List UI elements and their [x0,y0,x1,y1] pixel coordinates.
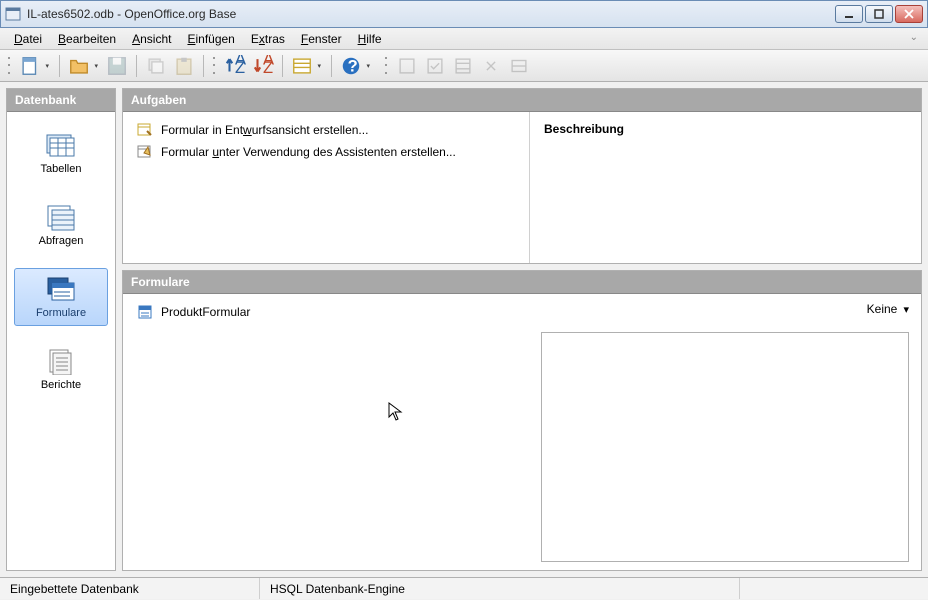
task-label: Formular in Entwurfsansicht erstellen... [161,123,368,137]
status-bar: Eingebettete Datenbank HSQL Datenbank-En… [0,577,928,599]
form-design-icon [137,122,153,138]
menu-overflow-icon[interactable]: ⌄ [910,32,918,43]
nav-list: Tabellen Abfragen Formulare Berichte [7,112,115,570]
app-icon [5,6,21,22]
form-icon [137,304,153,320]
forms-preview-panel: Keine ▾ [529,294,921,570]
task-create-design-view[interactable]: Formular in Entwurfsansicht erstellen... [137,122,515,138]
copy-button[interactable] [144,54,168,78]
forms-icon [44,275,78,303]
toolbar-separator [59,55,60,77]
tool-button-3[interactable] [451,54,475,78]
svg-text:Z: Z [263,58,273,76]
sidebar-header: Datenbank [7,89,115,112]
content-area: Aufgaben Formular in Entwurfsansicht ers… [122,88,922,571]
tasks-section: Aufgaben Formular in Entwurfsansicht ers… [122,88,922,264]
save-button[interactable] [105,54,129,78]
sort-asc-button[interactable]: AZ [223,54,247,78]
toolbar-separator [203,55,204,77]
nav-queries[interactable]: Abfragen [14,196,108,254]
form-button[interactable]: ▾ [290,54,314,78]
forms-section: Formulare ProduktFormular Keine ▾ [122,270,922,571]
menu-hilfe[interactable]: Hilfe [350,30,390,48]
queries-icon [44,203,78,231]
tasks-header: Aufgaben [123,89,921,112]
minimize-button[interactable] [835,5,863,23]
status-engine: HSQL Datenbank-Engine [260,578,740,599]
nav-tables[interactable]: Tabellen [14,124,108,182]
window-title: IL-ates6502.odb - OpenOffice.org Base [27,7,835,21]
menu-datei[interactable]: Datei [6,30,50,48]
main-area: Datenbank Tabellen Abfragen Formulare [0,82,928,577]
toolbar-separator [331,55,332,77]
menu-bearbeiten[interactable]: Bearbeiten [50,30,124,48]
nav-label: Abfragen [39,235,84,247]
nav-reports[interactable]: Berichte [14,340,108,398]
form-item-label: ProduktFormular [161,305,250,319]
sort-desc-button[interactable]: AZ [251,54,275,78]
description-title: Beschreibung [544,122,907,136]
new-button[interactable]: ▾ [18,54,42,78]
tool-button-1[interactable] [395,54,419,78]
toolbar-grip[interactable] [383,55,389,77]
menu-extras[interactable]: Extras [243,30,293,48]
tool-button-4[interactable] [479,54,503,78]
task-label: Formular unter Verwendung des Assistente… [161,145,456,159]
nav-forms[interactable]: Formulare [14,268,108,326]
form-item-produktformular[interactable]: ProduktFormular [137,304,515,320]
tables-icon [44,131,78,159]
nav-label: Formulare [36,307,86,319]
task-create-wizard[interactable]: Formular unter Verwendung des Assistente… [137,144,515,160]
tool-button-5[interactable] [507,54,531,78]
preview-view-dropdown[interactable]: Keine ▾ [867,302,909,316]
forms-list: ProduktFormular [123,294,529,570]
toolbar-separator [282,55,283,77]
close-button[interactable] [895,5,923,23]
menu-fenster[interactable]: Fenster [293,30,350,48]
preview-box [541,332,909,562]
tool-button-2[interactable] [423,54,447,78]
paste-button[interactable] [172,54,196,78]
toolbar-separator [136,55,137,77]
window-controls [835,5,923,23]
tasks-description-panel: Beschreibung [529,112,921,263]
tasks-body: Formular in Entwurfsansicht erstellen...… [123,112,921,263]
nav-label: Berichte [41,379,81,391]
title-bar: IL-ates6502.odb - OpenOffice.org Base [0,0,928,28]
menu-ansicht[interactable]: Ansicht [124,30,179,48]
svg-text:?: ? [348,57,358,75]
help-button[interactable]: ? ▾ [339,54,363,78]
tasks-list: Formular in Entwurfsansicht erstellen...… [123,112,529,263]
status-spacer [740,578,928,599]
nav-label: Tabellen [41,163,82,175]
toolbar-grip[interactable] [211,55,217,77]
sidebar: Datenbank Tabellen Abfragen Formulare [6,88,116,571]
status-embedded-db: Eingebettete Datenbank [0,578,260,599]
toolbar-grip[interactable] [6,55,12,77]
open-button[interactable]: ▾ [67,54,91,78]
forms-body: ProduktFormular Keine ▾ [123,294,921,570]
forms-header: Formulare [123,271,921,294]
form-wizard-icon [137,144,153,160]
menu-einfuegen[interactable]: Einfügen [179,30,242,48]
svg-text:Z: Z [235,58,245,76]
reports-icon [44,347,78,375]
maximize-button[interactable] [865,5,893,23]
menu-bar: Datei Bearbeiten Ansicht Einfügen Extras… [0,28,928,50]
toolbar: ▾ ▾ AZ AZ ▾ ? ▾ [0,50,928,82]
